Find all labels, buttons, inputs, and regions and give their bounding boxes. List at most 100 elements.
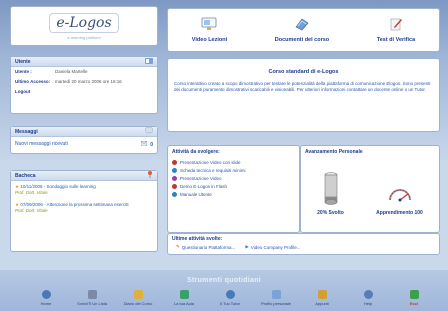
logout-link[interactable]: Logout <box>15 89 55 94</box>
check-pencil-icon: ✎ <box>176 244 180 249</box>
toolbar-label: Diario del Corso <box>123 301 153 306</box>
activity-label: Manuale Utente <box>180 191 212 197</box>
progress-title: Avanzamento Personale <box>305 149 363 155</box>
last-access-value: martedì 20 marzo 2006 ore 16:16 <box>55 79 122 84</box>
recent-activity-link[interactable]: ✎ Questionario Piattaforma... <box>176 244 235 250</box>
activity-bullet-icon <box>172 183 177 189</box>
tutor-icon <box>225 289 235 299</box>
pencil-icon <box>317 289 327 299</box>
noticeboard-item-author: Prof. Dott. Vitale <box>15 208 48 213</box>
noticeboard-item-text: 10/11/2006 - Sondaggio sulle learning <box>20 184 96 189</box>
new-messages-row[interactable]: Nuovi messaggi ricevuti 0 <box>11 137 157 152</box>
activity-item[interactable]: Demo E-Logos in Flash <box>168 182 299 190</box>
daily-tools-title: Strumenti quotidiani <box>186 277 262 284</box>
toolbar-home[interactable]: Home <box>30 288 62 310</box>
last-access-row: Ultimo Accesso: martedì 20 marzo 2006 or… <box>11 77 157 87</box>
speech-bubble-icon <box>144 126 154 136</box>
video-lessons-button[interactable]: Video Lezioni <box>192 17 227 43</box>
noticeboard-panel: Bacheca ★ 10/11/2006 - Sondaggio sulle l… <box>10 170 158 252</box>
toolbar-label: Profilo personale <box>260 301 292 306</box>
toolbar-label: Il Tuo Tutor <box>219 301 240 306</box>
messages-panel-title: Messaggi <box>15 128 38 135</box>
test-pencil-icon <box>388 17 404 33</box>
star-icon: ★ <box>15 184 20 189</box>
activity-item[interactable]: Presentazione Video <box>168 174 299 182</box>
user-panel-header: Utente <box>11 57 157 67</box>
pin-icon <box>147 171 153 180</box>
noticeboard-item-author: Prof. Dott. Vitale <box>15 190 48 195</box>
video-lesson-icon <box>201 17 217 33</box>
toolbar-label: Help <box>363 301 373 306</box>
activity-bullet-icon <box>172 191 177 197</box>
video-arrow-icon: ▶ <box>245 244 249 249</box>
noticeboard-item[interactable]: ★ 10/11/2006 - Sondaggio sulle learning … <box>11 181 157 199</box>
activities-panel: Attività da svolgere: Presentazione Vide… <box>167 145 300 233</box>
user-name-label: Utente : <box>15 69 32 74</box>
exit-icon <box>409 289 419 299</box>
course-description: Corso interattivo creato a scopo dimostr… <box>174 81 431 92</box>
star-icon: ★ <box>15 202 20 207</box>
course-documents-button[interactable]: Documenti del corso <box>275 17 329 43</box>
toolbar-label: Scrivi/Ti Un Lista <box>77 301 107 306</box>
toolbar-diario[interactable]: Diario del Corso <box>122 288 154 310</box>
noticeboard-title: Bacheca <box>15 172 36 179</box>
recent-activity-label: Video Company Profile... <box>250 244 301 250</box>
logo-title: e-Logos <box>49 12 119 33</box>
cylinder-gauge-icon <box>324 172 337 205</box>
toolbar-label: La tua Aula <box>173 301 195 306</box>
toolbar-aula[interactable]: La tua Aula <box>168 288 200 310</box>
course-nav: Video Lezioni Documenti del corso Test d… <box>167 8 440 52</box>
activity-label: Scheda tecnica e requisiti minimi <box>180 167 246 173</box>
activity-item[interactable]: Presentazione Video con slide <box>168 158 299 166</box>
folder-icon <box>133 289 143 299</box>
toolbar-label: Home <box>40 301 52 306</box>
speedometer-icon <box>388 189 411 202</box>
toolbar-lista[interactable]: Scrivi/Ti Un Lista <box>76 288 108 310</box>
last-access-label: Ultimo Accesso: <box>15 79 51 84</box>
activity-bullet-icon <box>172 175 177 181</box>
envelope-icon <box>140 140 148 148</box>
messages-panel: Messaggi Nuovi messaggi ricevuti 0 <box>10 126 158 154</box>
toolbar-tutor[interactable]: Il Tuo Tutor <box>214 288 246 310</box>
recent-activity-link[interactable]: ▶ Video Company Profile... <box>245 244 300 250</box>
logo-panel: e-Logos e-learning platform <box>10 6 158 46</box>
noticeboard-header: Bacheca <box>11 171 157 181</box>
activity-label: Presentazione Video <box>180 175 222 181</box>
new-messages-label: Nuovi messaggi ricevuti <box>15 141 68 147</box>
user-card-icon <box>145 57 153 66</box>
activity-label: Demo E-Logos in Flash <box>180 183 228 189</box>
people-icon <box>87 289 97 299</box>
toolbar-profilo[interactable]: Profilo personale <box>260 288 292 310</box>
activity-bullet-icon <box>172 167 177 173</box>
documents-icon <box>294 17 310 33</box>
course-info-panel: Corso standard di e-Logos Corso interatt… <box>167 58 440 132</box>
toolbar-label: Appunti <box>315 301 329 306</box>
home-icon <box>41 289 51 299</box>
activity-item[interactable]: Scheda tecnica e requisiti minimi <box>168 166 299 174</box>
messages-panel-header: Messaggi <box>11 126 157 137</box>
noticeboard-item-text: 07/09/2006 - Attenzione la prossima sett… <box>20 202 129 207</box>
help-icon <box>363 289 373 299</box>
progress-panel: Avanzamento Personale 20% Svolto Apprend… <box>300 145 440 233</box>
logo-tagline: e-learning platform <box>67 34 101 40</box>
toolbar-esci[interactable]: Esci <box>398 288 430 310</box>
verification-test-label: Test di Verifica <box>376 37 416 43</box>
user-name-row: Utente : Daniela Martelle <box>11 67 157 77</box>
classroom-icon <box>179 289 189 299</box>
activity-item[interactable]: Manuale Utente <box>168 190 299 198</box>
recent-activities-title: Ultime attività svolte: <box>172 236 223 242</box>
activities-title: Attività da svolgere: <box>172 149 220 155</box>
logout-row: Logout <box>11 87 157 96</box>
profile-icon <box>271 289 281 299</box>
verification-test-button[interactable]: Test di Verifica <box>377 17 415 43</box>
learning-label: Apprendimento 100 <box>376 210 423 216</box>
recent-activities-panel: Ultime attività svolte: ✎ Questionario P… <box>167 233 440 255</box>
user-panel-title: Utente <box>15 58 31 65</box>
new-messages-count: 0 <box>150 141 153 148</box>
toolbar-help[interactable]: Help <box>352 288 384 310</box>
learning-gauge: Apprendimento 100 <box>376 182 423 216</box>
bottom-toolbar: Home Scrivi/Ti Un Lista Diario del Corso… <box>30 288 430 310</box>
recent-activity-label: Questionario Piattaforma... <box>181 244 236 250</box>
toolbar-appunti[interactable]: Appunti <box>306 288 338 310</box>
noticeboard-item[interactable]: ★ 07/09/2006 - Attenzione la prossima se… <box>11 199 157 217</box>
